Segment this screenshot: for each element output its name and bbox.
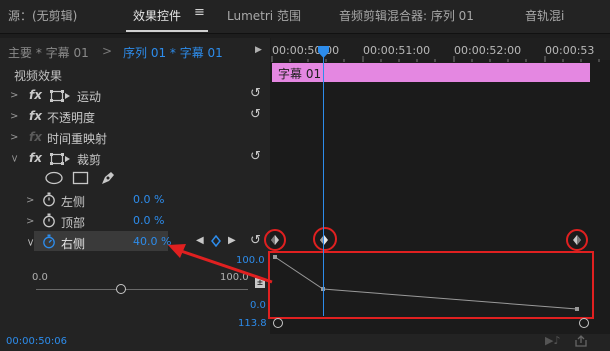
tab-menu-icon[interactable]: ≡ [194,5,205,20]
twirl-left-icon[interactable]: > [26,195,34,206]
slider-min-label: 0.0 [32,272,48,283]
twirl-motion-icon[interactable]: > [10,90,18,101]
tab-effect-controls[interactable]: 效果控件 [133,7,181,24]
twirl-top-icon[interactable]: > [26,216,34,227]
ellipse-mask-icon[interactable] [44,171,64,188]
graph-range-value: 113.8 [238,318,267,329]
video-effects-title: 视频效果 [14,69,63,83]
playhead-line[interactable] [323,54,324,316]
pen-mask-icon[interactable] [99,169,117,190]
tab-lumetri-scopes[interactable]: Lumetri 范围 [227,7,301,24]
property-left-value[interactable]: 0.0 % [133,193,164,206]
active-tab-indicator [126,30,208,32]
twirl-time-remap-icon[interactable]: > [10,132,18,143]
stopwatch-top-icon[interactable] [42,213,56,231]
twirl-right-icon[interactable]: > [25,238,36,246]
master-clip-label[interactable]: 主要 * 字幕 01 [8,44,89,61]
fx-toggle-motion[interactable]: fx [29,88,42,102]
property-top-value[interactable]: 0.0 % [133,214,164,227]
graph-bottom-value: 0.0 [250,300,266,311]
highlight-circle-current [313,227,337,251]
tab-audio-track-mixer[interactable]: 音轨混i [525,7,564,24]
graph-highlight-box [268,251,594,319]
rectangle-mask-icon[interactable] [72,171,90,188]
status-bar [0,334,610,351]
slider-thumb[interactable] [115,284,126,294]
twirl-crop-icon[interactable]: > [9,154,20,162]
play-only-icon[interactable]: ▶ [255,45,262,55]
clip-bar[interactable]: 字幕 01 [272,63,590,82]
play-audio-icon[interactable]: ▶♪ [545,334,560,347]
effect-time-remap-label: 时间重映射 [47,132,108,146]
reset-opacity-icon[interactable]: ↺ [250,107,261,122]
stopwatch-left-icon[interactable] [42,192,56,210]
playhead-handle[interactable] [318,46,329,61]
property-right-label: 右侧 [61,237,86,251]
clip-label: 字幕 01 [278,67,322,81]
crop-box-icon[interactable] [50,152,72,169]
tab-audio-clip-mixer[interactable]: 音频剪辑混合器: 序列 01 [339,7,474,24]
separator-arrow: > [102,44,113,58]
stopwatch-right-active-icon[interactable] [42,234,56,252]
transform-box-icon[interactable] [50,89,72,106]
graph-scroll-left-handle[interactable] [273,318,283,328]
fx-toggle-time-remap: fx [29,130,42,144]
property-top-label: 顶部 [61,216,86,230]
reset-crop-icon[interactable]: ↺ [250,149,261,164]
panel-tab-bar [0,0,610,34]
current-timecode[interactable]: 00:00:50:06 [6,336,67,347]
property-left-label: 左侧 [61,195,86,209]
fx-toggle-crop[interactable]: fx [29,151,42,165]
effect-crop-label: 裁剪 [77,153,102,167]
highlight-circle-end [566,229,588,251]
sequence-clip-label[interactable]: 序列 01 * 字幕 01 [123,44,223,61]
graph-scroll-right-handle[interactable] [579,318,589,328]
twirl-opacity-icon[interactable]: > [10,111,18,122]
reset-motion-icon[interactable]: ↺ [250,86,261,101]
fx-toggle-opacity[interactable]: fx [29,109,42,123]
effect-opacity-label: 不透明度 [47,111,96,125]
effect-motion-label: 运动 [77,90,102,104]
tab-source[interactable]: 源：(无剪辑) [8,7,77,24]
slider-track[interactable] [36,289,248,290]
export-icon[interactable] [574,334,588,351]
annotation-arrow [168,244,273,284]
